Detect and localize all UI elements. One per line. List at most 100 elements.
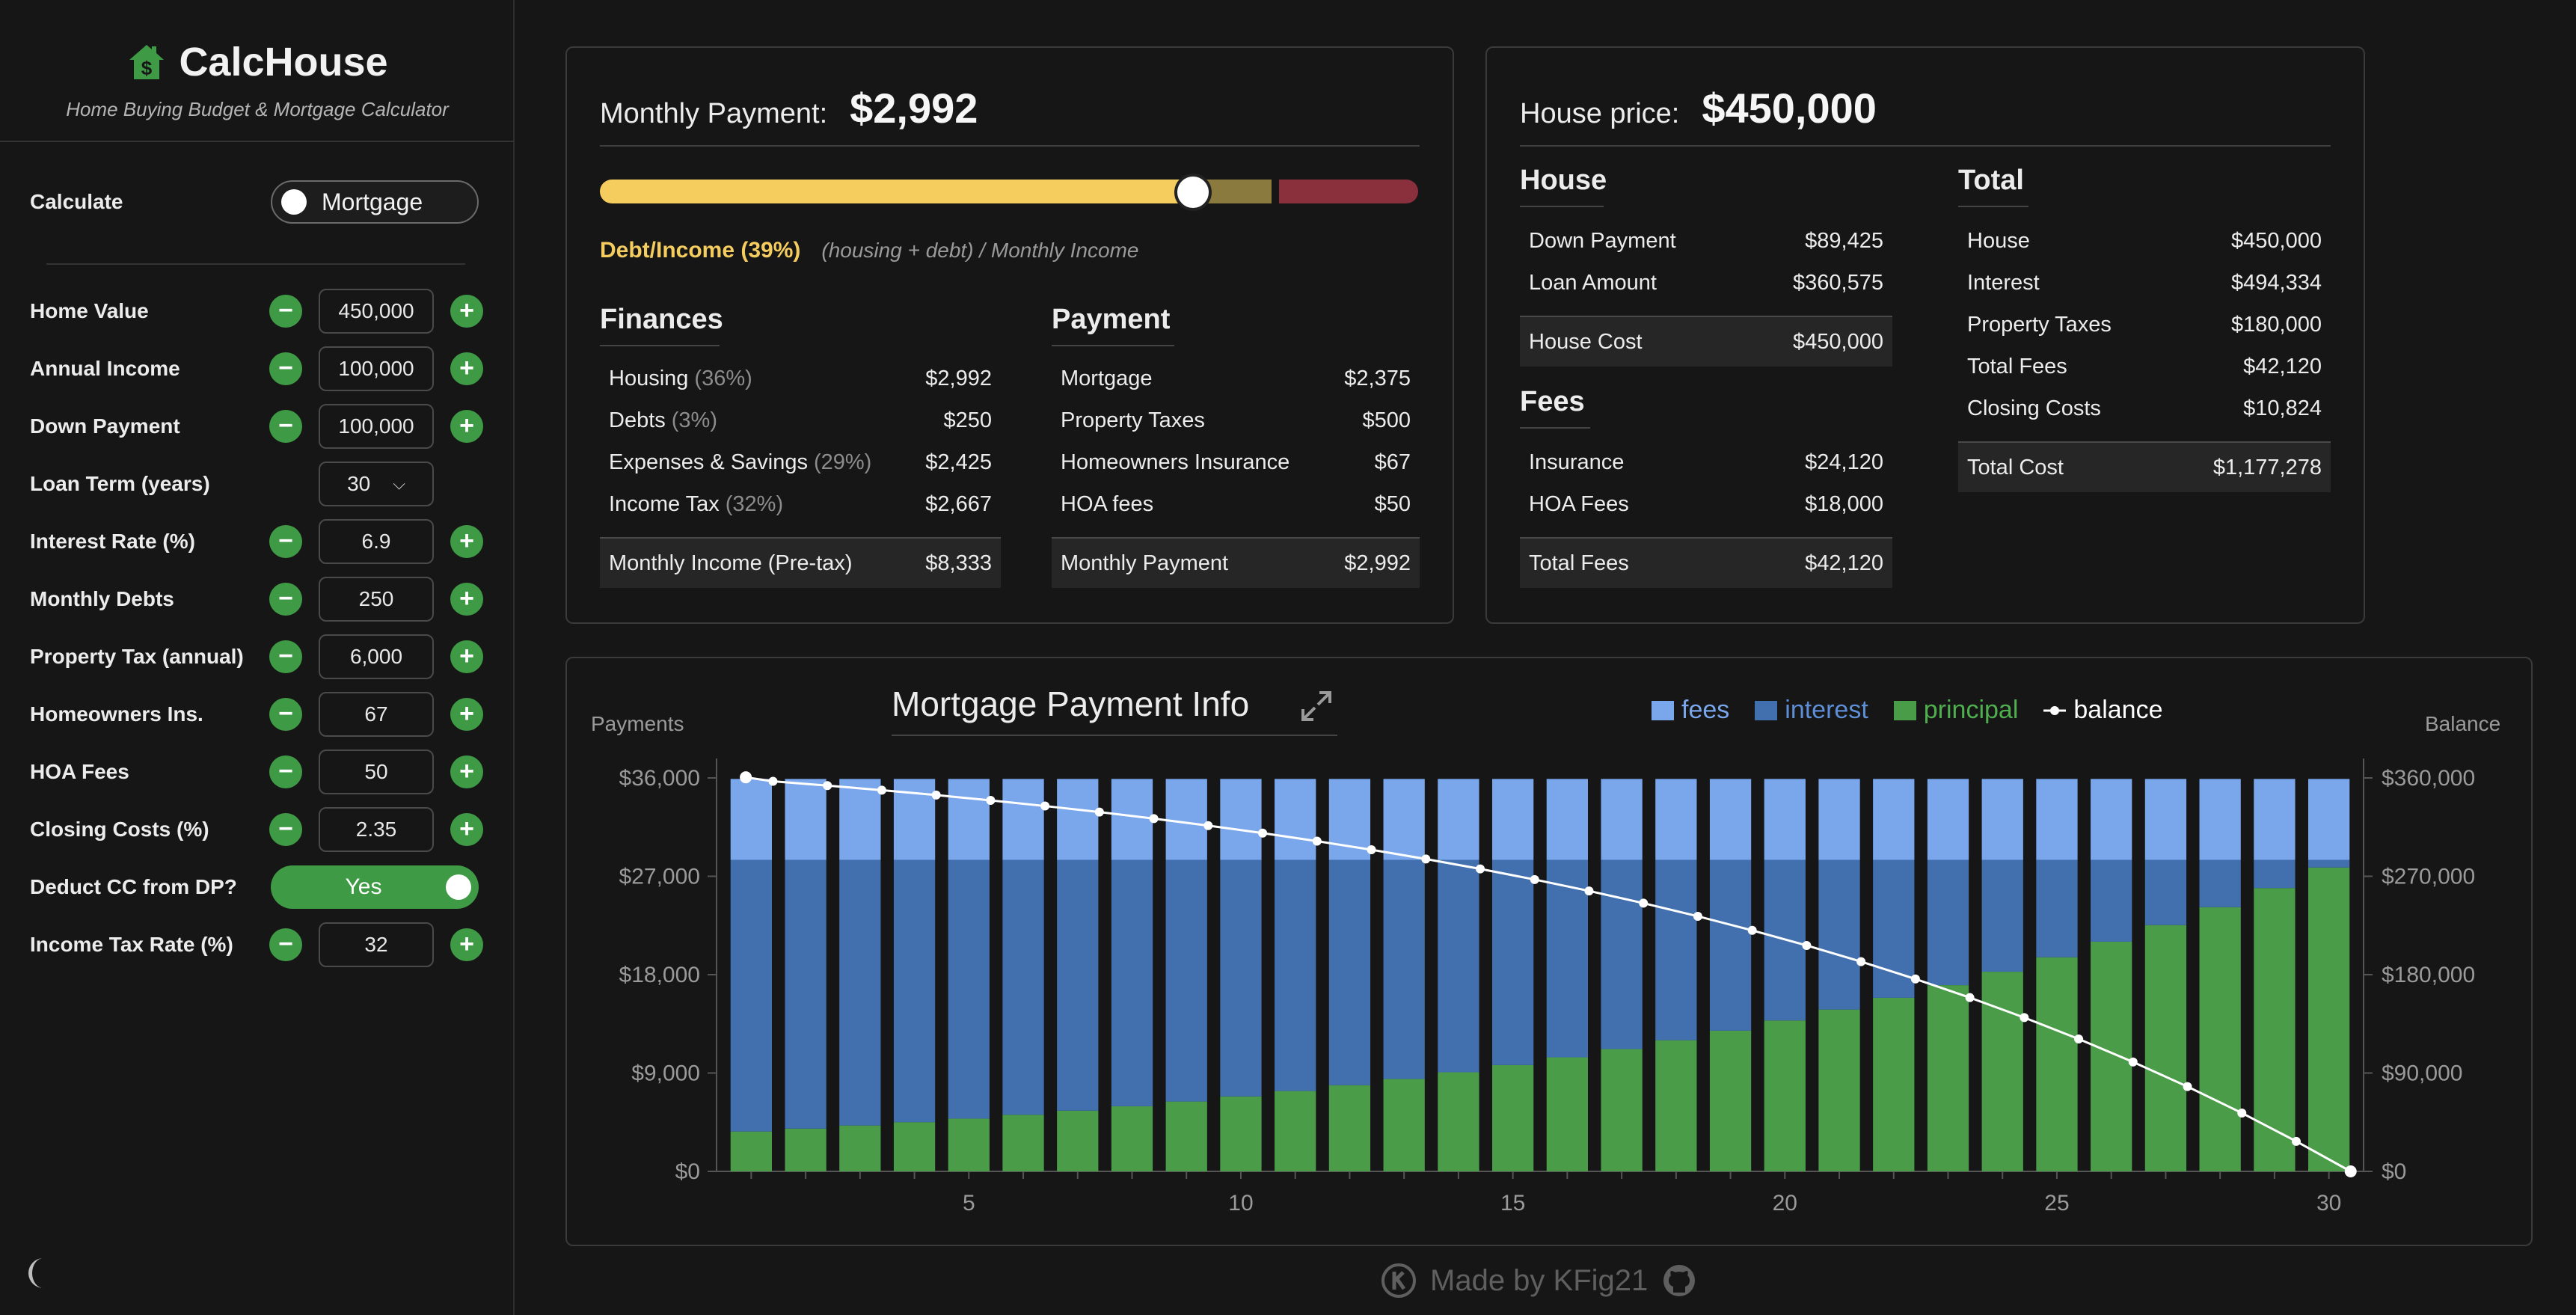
bar-principal — [1438, 1072, 1479, 1171]
bar-interest — [948, 859, 990, 1119]
bar-principal — [1220, 1096, 1262, 1171]
bar-fees — [785, 779, 827, 860]
y2-tick-label: $270,000 — [2382, 865, 2475, 889]
y-tick-label: $0 — [675, 1159, 700, 1184]
bar-principal — [1165, 1101, 1207, 1171]
x-tick-label: 5 — [963, 1191, 975, 1216]
bar-interest — [1601, 859, 1643, 1049]
y-tick-label: $27,000 — [619, 865, 700, 889]
bar-principal — [1981, 972, 2023, 1171]
balance-point — [1203, 821, 1213, 830]
bar-principal — [1057, 1110, 1099, 1171]
balance-point — [2183, 1082, 2192, 1091]
bar-principal — [1491, 1064, 1534, 1171]
bar-interest — [1111, 859, 1153, 1106]
bar-principal — [1383, 1079, 1425, 1171]
bar-interest — [730, 859, 773, 1132]
bar-interest — [2144, 859, 2187, 925]
balance-point — [1639, 898, 1649, 908]
balance-point — [1965, 993, 1975, 1002]
y-tick-label: $36,000 — [619, 766, 700, 791]
bar-fees — [839, 779, 881, 860]
bar-interest — [839, 859, 881, 1126]
bar-interest — [1709, 859, 1752, 1031]
bar-fees — [1927, 779, 1969, 860]
bar-interest — [2254, 859, 2296, 889]
bar-interest — [1275, 859, 1316, 1091]
x-tick-label: 20 — [1773, 1191, 1797, 1216]
bar-interest — [1438, 859, 1479, 1073]
bar-principal — [1328, 1085, 1371, 1171]
bar-principal — [2036, 957, 2078, 1171]
bar-principal — [1764, 1020, 1806, 1171]
bar-principal — [785, 1128, 827, 1171]
balance-point — [2344, 1165, 2357, 1177]
bar-fees — [1764, 779, 1806, 860]
bar-fees — [1655, 779, 1697, 860]
bar-principal — [1873, 997, 1915, 1171]
kfig-logo-icon[interactable] — [1381, 1263, 1417, 1299]
balance-point — [2128, 1057, 2138, 1067]
balance-point — [1258, 828, 1268, 838]
bar-fees — [1111, 779, 1153, 860]
bar-interest — [893, 859, 936, 1123]
y-tick-label: $18,000 — [619, 963, 700, 987]
bar-interest — [2307, 859, 2350, 868]
balance-point — [986, 795, 996, 805]
bar-fees — [1546, 779, 1589, 860]
bar-fees — [1057, 779, 1099, 860]
bar-fees — [1002, 779, 1044, 860]
bar-interest — [1057, 859, 1099, 1111]
balance-point — [768, 776, 778, 786]
bar-fees — [2144, 779, 2187, 860]
balance-point — [1747, 925, 1757, 935]
bar-principal — [1111, 1106, 1153, 1171]
bar-principal — [2144, 925, 2187, 1171]
y2-tick-label: $0 — [2382, 1159, 2406, 1184]
bar-fees — [1491, 779, 1534, 860]
balance-point — [1856, 957, 1866, 966]
balance-point — [1040, 801, 1050, 811]
bar-interest — [785, 859, 827, 1129]
balance-point — [1530, 874, 1539, 884]
bar-principal — [1546, 1057, 1589, 1171]
balance-point — [1802, 940, 1812, 950]
balance-point — [1475, 864, 1485, 874]
bar-fees — [1438, 779, 1479, 860]
github-icon[interactable] — [1661, 1263, 1697, 1299]
y-tick-label: $9,000 — [631, 1061, 700, 1086]
bar-interest — [1328, 859, 1371, 1085]
bar-principal — [730, 1131, 773, 1171]
bar-interest — [1491, 859, 1534, 1065]
bar-interest — [1818, 859, 1860, 1010]
bar-fees — [1873, 779, 1915, 860]
balance-point — [2237, 1108, 2247, 1118]
bar-fees — [2036, 779, 2078, 860]
balance-point — [1693, 911, 1702, 921]
bar-interest — [1383, 859, 1425, 1079]
y2-tick-label: $180,000 — [2382, 963, 2475, 987]
bar-fees — [730, 779, 773, 860]
bar-interest — [1165, 859, 1207, 1102]
balance-point — [1584, 886, 1594, 896]
bar-fees — [1818, 779, 1860, 860]
balance-point — [877, 785, 886, 795]
mortgage-chart: $0 $9,000 $18,000 $27,000 $36,000 $0 $90,000 $1… — [619, 758, 2475, 1216]
balance-point — [1910, 974, 1920, 984]
bar-principal — [1655, 1040, 1697, 1171]
bar-fees — [1165, 779, 1207, 860]
balance-point — [1421, 854, 1431, 864]
bar-principal — [1601, 1049, 1643, 1171]
bar-interest — [1927, 859, 1969, 986]
balance-point — [2074, 1034, 2084, 1044]
bar-interest — [1220, 859, 1262, 1097]
y2-tick-label: $360,000 — [2382, 766, 2475, 791]
x-tick-label: 25 — [2044, 1191, 2069, 1216]
bar-principal — [948, 1118, 990, 1171]
bar-fees — [2091, 779, 2132, 860]
balance-point — [931, 790, 941, 800]
bar-fees — [1601, 779, 1643, 860]
footer-credit[interactable]: Made by KFig21 — [1430, 1264, 1648, 1298]
balance-point — [1367, 845, 1376, 855]
balance-point — [1149, 814, 1159, 824]
